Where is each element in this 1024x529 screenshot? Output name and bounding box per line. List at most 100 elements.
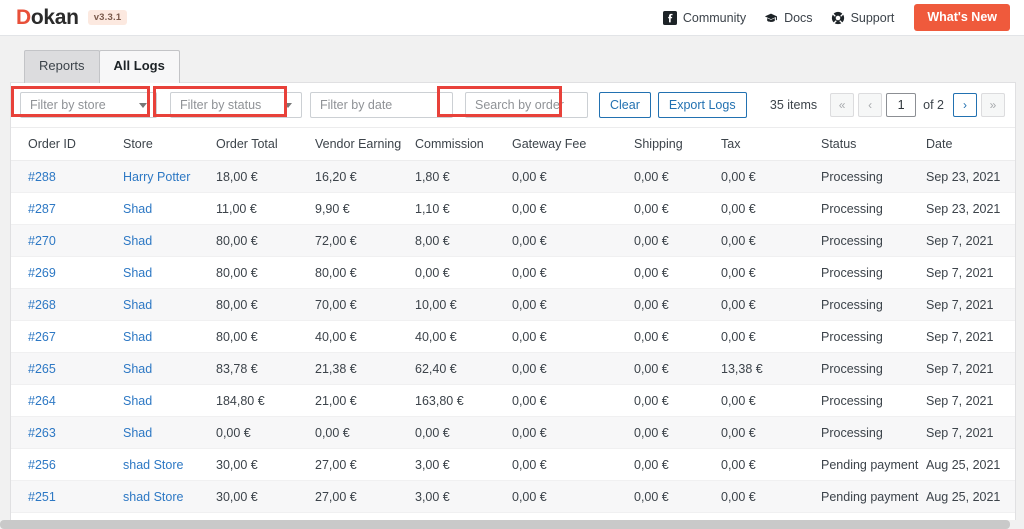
clear-button[interactable]: Clear (599, 92, 651, 118)
dokan-logo: Dokan (16, 7, 79, 28)
items-count-label: 35 items (769, 98, 818, 112)
cell-order-id[interactable]: #270 (11, 224, 123, 257)
order-link[interactable]: #264 (28, 394, 56, 408)
cell-vendor-earning: 80,00 € (315, 256, 415, 289)
cell-order-total: 0,00 € (216, 416, 315, 449)
last-page-button[interactable]: » (981, 93, 1005, 117)
cell-status: Processing (821, 416, 926, 449)
cell-tax: 0,00 € (721, 224, 821, 257)
cell-store[interactable]: Harry Potter (123, 160, 216, 193)
lifebuoy-icon (831, 11, 845, 25)
order-link[interactable]: #268 (28, 298, 56, 312)
cell-order-id[interactable]: #265 (11, 352, 123, 385)
cell-commission: 3,00 € (415, 448, 512, 481)
store-link[interactable]: Shad (123, 298, 152, 312)
cell-order-id[interactable]: #251 (11, 480, 123, 513)
order-link[interactable]: #256 (28, 458, 56, 472)
store-link[interactable]: shad Store (123, 490, 183, 504)
cell-order-id[interactable]: #287 (11, 192, 123, 225)
cell-date: Sep 7, 2021 (926, 224, 1015, 257)
search-by-order-placeholder: Search by order (475, 98, 564, 112)
cell-tax: 0,00 € (721, 288, 821, 321)
tab-all-logs[interactable]: All Logs (98, 50, 180, 83)
cell-date: Sep 7, 2021 (926, 320, 1015, 353)
cell-status: Processing (821, 288, 926, 321)
cell-order-id[interactable]: #263 (11, 416, 123, 449)
order-link[interactable]: #263 (28, 426, 56, 440)
cell-date: Sep 7, 2021 (926, 288, 1015, 321)
order-link[interactable]: #251 (28, 490, 56, 504)
horizontal-scrollbar[interactable] (0, 520, 1024, 529)
cell-order-id[interactable]: #269 (11, 256, 123, 289)
nav-community-label: Community (682, 10, 747, 25)
cell-vendor-earning: 21,38 € (315, 352, 415, 385)
nav-docs[interactable]: Docs (764, 11, 813, 25)
column-header-order-total: Order Total (216, 127, 315, 161)
column-header-commission: Commission (415, 127, 512, 161)
whats-new-button[interactable]: What's New (914, 4, 1010, 31)
first-page-button[interactable]: « (830, 93, 855, 117)
table-row: #268 Shad 80,00 €70,00 €10,00 €0,00 €0,00 … (11, 288, 1015, 321)
order-link[interactable]: #287 (28, 202, 56, 216)
cell-commission: 1,10 € (415, 192, 512, 225)
nav-support[interactable]: Support (831, 11, 894, 25)
store-link[interactable]: Shad (123, 266, 152, 280)
cell-store[interactable]: Shad (123, 416, 216, 449)
store-link[interactable]: Shad (123, 234, 152, 248)
cell-shipping: 0,00 € (634, 416, 721, 449)
order-link[interactable]: #267 (28, 330, 56, 344)
current-page-input[interactable] (886, 93, 917, 117)
cell-store[interactable]: Shad (123, 320, 216, 353)
prev-page-button[interactable]: ‹ (858, 93, 883, 117)
cell-vendor-earning: 9,90 € (315, 192, 415, 225)
table-row: #288 Harry Potter 18,00 €16,20 €1,80 €0,00… (11, 160, 1015, 193)
table-row: #264 Shad 184,80 €21,00 €163,80 €0,00 €0,0… (11, 384, 1015, 417)
cell-order-id[interactable]: #264 (11, 384, 123, 417)
cell-store[interactable]: Shad (123, 224, 216, 257)
order-link[interactable]: #265 (28, 362, 56, 376)
cell-order-total: 80,00 € (216, 224, 315, 257)
store-link[interactable]: Shad (123, 202, 152, 216)
cell-order-id[interactable]: #288 (11, 160, 123, 193)
table-row: #256 shad Store 30,00 €27,00 €3,00 €0,00 €… (11, 448, 1015, 481)
chevron-down-icon (139, 102, 147, 108)
cell-store[interactable]: shad Store (123, 480, 216, 513)
cell-order-total: 30,00 € (216, 448, 315, 481)
store-link[interactable]: shad Store (123, 458, 183, 472)
store-link[interactable]: Harry Potter (123, 170, 190, 184)
cell-store[interactable]: Shad (123, 256, 216, 289)
cell-store[interactable]: shad Store (123, 448, 216, 481)
store-link[interactable]: Shad (123, 426, 152, 440)
export-logs-button[interactable]: Export Logs (657, 92, 747, 118)
filter-by-date-input[interactable]: Filter by date (310, 92, 453, 118)
cell-store[interactable]: Shad (123, 384, 216, 417)
next-page-button[interactable]: › (953, 93, 977, 117)
cell-store[interactable]: Shad (123, 352, 216, 385)
cell-order-id[interactable]: #256 (11, 448, 123, 481)
logs-table-body: #288 Harry Potter 18,00 €16,20 €1,80 €0,00… (11, 160, 1015, 529)
filter-by-status-select[interactable]: Filter by status (170, 92, 302, 118)
cell-commission: 40,00 € (415, 320, 512, 353)
cell-store[interactable]: Shad (123, 288, 216, 321)
cell-tax: 0,00 € (721, 320, 821, 353)
column-header-date: Date (926, 127, 1015, 161)
order-link[interactable]: #269 (28, 266, 56, 280)
cell-store[interactable]: Shad (123, 192, 216, 225)
column-header-shipping: Shipping (634, 127, 721, 161)
nav-community[interactable]: Community (662, 10, 747, 25)
store-link[interactable]: Shad (123, 330, 152, 344)
logo-letter-d: D (16, 6, 31, 29)
cell-vendor-earning: 27,00 € (315, 480, 415, 513)
filter-by-store-select[interactable]: Filter by store (20, 92, 157, 118)
cell-tax: 0,00 € (721, 416, 821, 449)
store-link[interactable]: Shad (123, 362, 152, 376)
scrollbar-thumb[interactable] (0, 520, 1010, 529)
order-link[interactable]: #288 (28, 170, 56, 184)
tab-reports[interactable]: Reports (24, 50, 100, 83)
cell-order-id[interactable]: #268 (11, 288, 123, 321)
store-link[interactable]: Shad (123, 394, 152, 408)
order-link[interactable]: #270 (28, 234, 56, 248)
cell-order-id[interactable]: #267 (11, 320, 123, 353)
cell-commission: 3,00 € (415, 480, 512, 513)
search-by-order-input[interactable]: Search by order (465, 92, 588, 118)
